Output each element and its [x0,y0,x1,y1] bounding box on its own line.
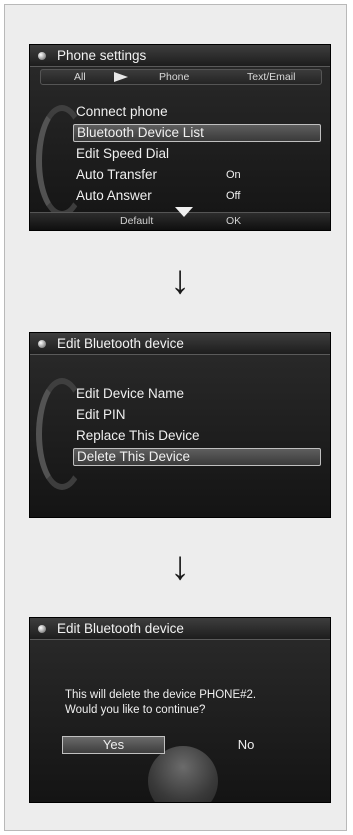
dot-icon [38,340,46,348]
tab-all[interactable]: All [74,71,86,83]
phone-settings-screen: Phone settings All Phone Text/Email Conn… [29,44,331,231]
edit-bluetooth-device-screen: Edit Bluetooth device Edit Device Name E… [29,332,331,518]
screen-title-bar: Edit Bluetooth device [30,618,330,640]
arrow-down-icon: ↓ [170,258,190,302]
tab-text-email[interactable]: Text/Email [247,71,295,83]
globe-graphic [148,746,218,802]
menu-item-bluetooth-device-list[interactable]: Bluetooth Device List [73,124,321,142]
yes-button[interactable]: Yes [62,736,165,754]
menu-item-label: Edit Speed Dial [76,146,170,161]
arrow-down-icon: ↓ [170,544,190,588]
menu-item-label: Replace This Device [76,428,200,443]
confirm-message-line-2: Would you like to continue? [65,704,206,716]
category-tabs: All Phone Text/Email [40,69,322,85]
default-button[interactable]: Default [120,213,153,229]
screen-title: Phone settings [57,48,147,63]
screen-title-bar: Phone settings [30,45,330,67]
menu-item-label: Connect phone [76,104,168,119]
tab-phone[interactable]: Phone [159,71,189,83]
menu-item-label: Delete This Device [77,449,191,464]
menu-item-replace-this-device[interactable]: Replace This Device [73,427,321,445]
bottom-bar: Default OK [30,207,330,230]
dot-icon [38,52,46,60]
menu-item-label: Edit Device Name [76,386,185,401]
menu-item-label: Auto Transfer [76,167,158,182]
menu-item-value: On [226,169,241,181]
dot-icon [38,625,46,633]
menu-item-edit-speed-dial[interactable]: Edit Speed Dial [73,145,321,163]
delete-confirm-screen: Edit Bluetooth device This will delete t… [29,617,331,803]
screen-title: Edit Bluetooth device [57,336,184,351]
menu-item-connect-phone[interactable]: Connect phone [73,103,321,121]
menu-item-auto-answer[interactable]: Auto Answer Off [73,187,321,205]
menu-item-label: Edit PIN [76,407,126,422]
screen-title: Edit Bluetooth device [57,621,184,636]
figure-frame: Phone settings All Phone Text/Email Conn… [4,4,347,831]
menu-item-value: Off [226,190,241,202]
menu-item-label: Auto Answer [76,188,152,203]
confirm-message-line-1: This will delete the device PHONE#2. [65,689,257,701]
menu-item-auto-transfer[interactable]: Auto Transfer On [73,166,321,184]
menu-item-label: Bluetooth Device List [77,125,204,140]
no-button[interactable]: No [226,736,266,754]
triangle-down-icon[interactable] [175,207,193,217]
ok-button[interactable]: OK [226,213,241,229]
menu-item-edit-device-name[interactable]: Edit Device Name [73,385,321,403]
triangle-right-icon [114,72,128,82]
menu-item-delete-this-device[interactable]: Delete This Device [73,448,321,466]
screen-title-bar: Edit Bluetooth device [30,333,330,355]
menu-item-edit-pin[interactable]: Edit PIN [73,406,321,424]
